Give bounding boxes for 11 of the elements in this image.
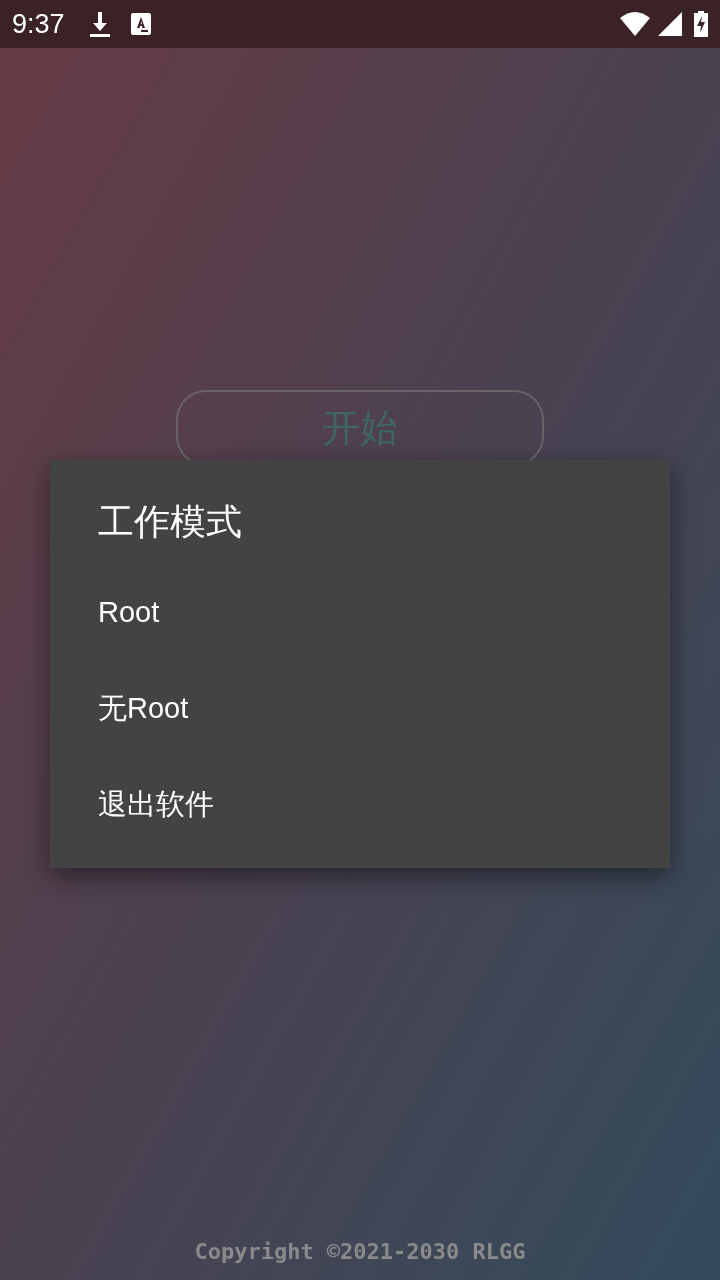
copyright-text: Copyright ©2021-2030 RLGG	[194, 1238, 526, 1266]
dialog-option[interactable]: 退出软件	[98, 757, 622, 853]
dialog-title: 工作模式	[98, 500, 242, 544]
dialog-option[interactable]: 无Root	[98, 661, 622, 757]
status-time: 9:37	[12, 7, 65, 41]
font-icon	[130, 13, 151, 35]
download-icon	[88, 11, 111, 37]
battery-icon	[694, 11, 708, 37]
signal-icon	[658, 12, 682, 36]
wifi-icon	[620, 12, 650, 36]
dialog-option[interactable]: Root	[98, 565, 622, 661]
